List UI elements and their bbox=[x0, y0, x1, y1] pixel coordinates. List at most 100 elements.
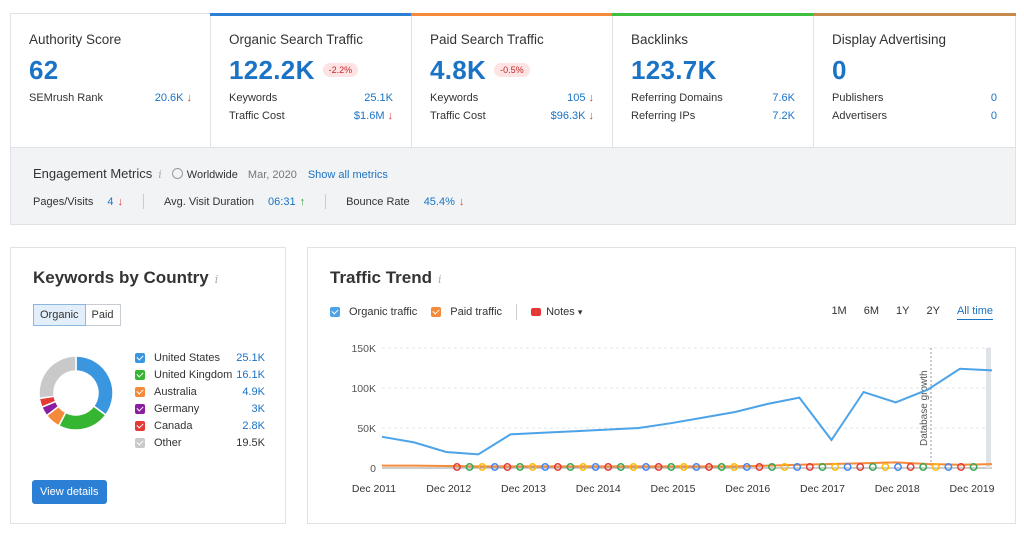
country-value: 19.5K bbox=[236, 436, 265, 449]
range-all-time[interactable]: All time bbox=[956, 305, 993, 320]
metric-card[interactable]: Paid Search Traffic 4.8K -0.5% Keywords 105 ↓… bbox=[411, 13, 613, 147]
legend-item[interactable]: United Kingdom 16.1K bbox=[135, 366, 265, 383]
engagement-label: Bounce Rate bbox=[346, 195, 410, 208]
x-tick-label: Dec 2016 bbox=[725, 483, 770, 495]
card-value[interactable]: 123.7K bbox=[631, 55, 717, 86]
stat-value[interactable]: 7.2K bbox=[772, 110, 795, 122]
note-marker-icon[interactable] bbox=[843, 463, 852, 471]
country-name: United Kingdom bbox=[154, 368, 233, 381]
divider bbox=[325, 194, 327, 209]
metric-card[interactable]: Authority Score 62 SEMrush Rank 20.6K ↓ bbox=[11, 14, 211, 147]
range-1m[interactable]: 1M bbox=[831, 305, 846, 320]
donut-slice-other[interactable] bbox=[38, 355, 77, 400]
arrow-up-icon: ↑ bbox=[299, 195, 306, 208]
arrow-down-icon: ↓ bbox=[387, 110, 394, 122]
card-stat-row: Traffic Cost $1.6M ↓ bbox=[229, 109, 393, 123]
legend-item[interactable]: Canada 2.8K bbox=[135, 417, 265, 434]
arrow-down-icon: ↓ bbox=[588, 110, 595, 122]
y-tick-label: 100K bbox=[351, 383, 376, 395]
country-value[interactable]: 16.1K bbox=[236, 369, 265, 381]
country-value[interactable]: 4.9K bbox=[242, 386, 265, 398]
checkbox-icon[interactable] bbox=[135, 437, 145, 448]
keywords-by-country-panel: Keywords by Country i Organic Paid Unite… bbox=[10, 247, 286, 524]
show-all-metrics-link[interactable]: Show all metrics bbox=[308, 169, 388, 181]
note-marker-icon[interactable] bbox=[856, 463, 865, 471]
view-details-button[interactable]: View details bbox=[32, 480, 107, 504]
tab-organic[interactable]: Organic bbox=[33, 304, 86, 326]
stat-value[interactable]: 20.6K bbox=[155, 92, 184, 104]
card-title: Display Advertising bbox=[832, 32, 947, 47]
engagement-value[interactable]: 4 bbox=[107, 196, 113, 208]
stat-value[interactable]: 105 bbox=[567, 92, 585, 104]
organic-checkbox[interactable] bbox=[330, 307, 340, 317]
checkbox-icon[interactable] bbox=[135, 386, 145, 397]
metric-card[interactable]: Organic Search Traffic 122.2K -2.2% Keyword… bbox=[210, 13, 412, 147]
stat-value[interactable]: $96.3K bbox=[551, 110, 586, 122]
card-value[interactable]: 122.2K bbox=[229, 55, 315, 86]
checkbox-icon[interactable] bbox=[135, 403, 145, 414]
organic-traffic-line[interactable] bbox=[381, 367, 993, 456]
card-stat-row: Keywords 105 ↓ bbox=[430, 91, 594, 105]
paid-checkbox[interactable] bbox=[431, 307, 442, 317]
range-2y[interactable]: 2Y bbox=[926, 305, 939, 320]
range-6m[interactable]: 6M bbox=[864, 305, 879, 320]
info-icon[interactable]: i bbox=[215, 273, 219, 286]
metric-card[interactable]: Backlinks 123.7K Referring Domains 7.6K Refe… bbox=[612, 13, 814, 147]
card-title: Authority Score bbox=[29, 32, 122, 47]
engagement-value[interactable]: 45.4% bbox=[424, 196, 455, 208]
database-growth-label: Database growth bbox=[919, 370, 930, 446]
legend-item[interactable]: United States 25.1K bbox=[135, 349, 265, 366]
paid-traffic-toggle[interactable]: Paid traffic bbox=[450, 306, 502, 318]
note-marker-icon[interactable] bbox=[894, 463, 902, 471]
x-tick-label: Dec 2017 bbox=[800, 483, 845, 495]
donut-slice-united-kingdom[interactable] bbox=[57, 405, 107, 431]
metric-card[interactable]: Display Advertising 0 Publishers 0 Advertise… bbox=[813, 13, 1016, 147]
card-title: Organic Search Traffic bbox=[229, 32, 364, 47]
legend-item[interactable]: Australia 4.9K bbox=[135, 383, 265, 400]
stat-value[interactable]: 0 bbox=[991, 92, 997, 104]
stat-value[interactable]: 0 bbox=[991, 110, 997, 122]
change-badge: -2.2% bbox=[322, 63, 359, 77]
stat-value[interactable]: $1.6M bbox=[354, 110, 385, 122]
checkbox-icon[interactable] bbox=[135, 420, 145, 431]
range-1y[interactable]: 1Y bbox=[896, 305, 909, 320]
country-value[interactable]: 25.1K bbox=[236, 352, 265, 364]
tab-paid[interactable]: Paid bbox=[85, 304, 121, 326]
info-icon[interactable]: i bbox=[158, 168, 162, 181]
traffic-type-toggle: Organic Paid bbox=[33, 304, 121, 326]
country-value[interactable]: 2.8K bbox=[242, 420, 265, 432]
x-tick-label: Dec 2013 bbox=[501, 483, 546, 495]
divider bbox=[142, 194, 144, 209]
overview-panel: Authority Score 62 SEMrush Rank 20.6K ↓ Organ… bbox=[10, 13, 1016, 225]
country-name: Australia bbox=[154, 385, 197, 398]
engagement-metrics-row: Pages/Visits 4 ↓ Avg. Visit Duration 06:31 ↑ B… bbox=[33, 194, 1015, 209]
card-stat-row: Keywords 25.1K bbox=[229, 91, 393, 105]
card-value[interactable]: 0 bbox=[832, 55, 847, 86]
x-tick-label: Dec 2012 bbox=[426, 483, 471, 495]
engagement-value[interactable]: 06:31 bbox=[268, 196, 296, 208]
note-marker-icon[interactable] bbox=[881, 463, 890, 471]
x-tick-label: Dec 2015 bbox=[651, 483, 696, 495]
note-marker-icon[interactable] bbox=[906, 463, 915, 471]
checkbox-icon[interactable] bbox=[135, 369, 145, 380]
card-value[interactable]: 4.8K bbox=[430, 55, 486, 86]
notes-dropdown[interactable]: Notes bbox=[546, 306, 575, 318]
chevron-down-icon[interactable]: ▾ bbox=[578, 307, 583, 318]
stat-value[interactable]: 25.1K bbox=[364, 92, 393, 104]
legend-item[interactable]: Other 19.5K bbox=[135, 434, 265, 451]
organic-traffic-toggle[interactable]: Organic traffic bbox=[349, 306, 417, 318]
checkbox-icon[interactable] bbox=[135, 352, 145, 363]
time-range-selector: 1M 6M 1Y 2Y All time bbox=[814, 305, 993, 320]
stat-value[interactable]: 7.6K bbox=[772, 92, 795, 104]
stat-label: Traffic Cost bbox=[229, 110, 285, 122]
note-marker-icon[interactable] bbox=[755, 463, 764, 471]
card-accent-bar bbox=[210, 13, 412, 16]
card-value[interactable]: 62 bbox=[29, 55, 59, 86]
legend-item[interactable]: Germany 3K bbox=[135, 400, 265, 417]
engagement-label: Pages/Visits bbox=[33, 195, 94, 208]
country-value[interactable]: 3K bbox=[252, 403, 265, 415]
stat-label: Referring Domains bbox=[631, 92, 723, 104]
info-icon[interactable]: i bbox=[438, 273, 442, 286]
note-marker-icon[interactable] bbox=[868, 463, 877, 471]
stat-label: SEMrush Rank bbox=[29, 92, 103, 104]
